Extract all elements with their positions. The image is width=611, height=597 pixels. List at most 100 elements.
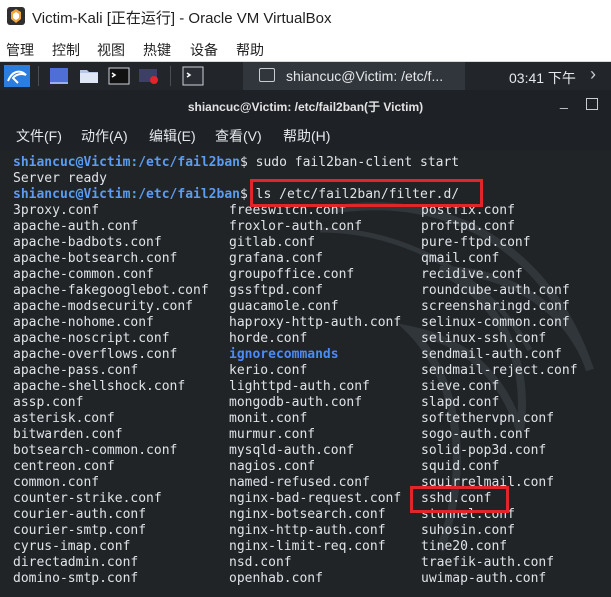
menu-view[interactable]: 视图 — [97, 40, 125, 60]
file-entry: uwimap-auth.conf — [421, 571, 547, 586]
file-entry: centreon.conf — [13, 459, 115, 474]
file-entry: guacamole.conf — [229, 299, 339, 314]
file-entry: tine20.conf — [421, 539, 508, 554]
output-line: Server ready — [13, 171, 107, 186]
guest-top-panel: shiancuc@Victim: /etc/f... 03:41 下午 › — [0, 62, 611, 90]
term-menu-view[interactable]: 查看(V) — [215, 126, 262, 146]
command-highlight-box — [250, 179, 483, 207]
file-entry: directadmin.conf — [13, 555, 139, 570]
file-entry: softethervpn.conf — [421, 411, 555, 426]
file-entry: named-refused.conf — [229, 475, 370, 490]
file-entry: lighttpd-auth.conf — [229, 379, 370, 394]
screen-recorder-icon[interactable] — [138, 65, 160, 87]
maximize-button[interactable] — [586, 98, 598, 110]
file-entry: nagios.conf — [229, 459, 316, 474]
file-entry: recidive.conf — [421, 267, 523, 282]
directory-entry: ignorecommands — [229, 347, 339, 362]
term-menu-edit[interactable]: 编辑(E) — [149, 126, 196, 146]
file-entry: solid-pop3d.conf — [421, 443, 547, 458]
file-entry: traefik-auth.conf — [421, 555, 555, 570]
menu-hotkeys[interactable]: 热键 — [143, 40, 171, 60]
file-entry: botsearch-common.conf — [13, 443, 178, 458]
file-entry: pure-ftpd.conf — [421, 235, 531, 250]
menu-devices[interactable]: 设备 — [190, 40, 218, 60]
show-desktop-icon[interactable] — [48, 65, 70, 87]
file-entry: murmur.conf — [229, 427, 316, 442]
term-menu-help[interactable]: 帮助(H) — [283, 126, 330, 146]
file-entry: asterisk.conf — [13, 411, 115, 426]
file-entry: apache-botsearch.conf — [13, 251, 178, 266]
vbox-titlebar: Victim-Kali [正在运行] - Oracle VM VirtualBo… — [0, 0, 611, 33]
file-entry: common.conf — [13, 475, 100, 490]
file-entry: selinux-ssh.conf — [421, 331, 547, 346]
file-entry: slapd.conf — [421, 395, 500, 410]
file-entry: cyrus-imap.conf — [13, 539, 131, 554]
file-entry: horde.conf — [229, 331, 308, 346]
panel-separator — [170, 66, 171, 86]
term-menu-action[interactable]: 动作(A) — [81, 126, 128, 146]
file-entry: apache-common.conf — [13, 267, 154, 282]
file-entry: apache-pass.conf — [13, 363, 139, 378]
file-entry: apache-overflows.conf — [13, 347, 178, 362]
file-entry: courier-smtp.conf — [13, 523, 147, 538]
terminal-launcher-icon[interactable] — [108, 65, 130, 87]
file-entry: nginx-botsearch.conf — [229, 507, 386, 522]
file-entry: nginx-limit-req.conf — [229, 539, 386, 554]
file-entry: haproxy-http-auth.conf — [229, 315, 402, 330]
terminal-menubar: 文件(F) 动作(A) 编辑(E) 查看(V) 帮助(H) — [0, 120, 611, 150]
command-text: $ sudo fail2ban-client start — [239, 155, 460, 170]
file-entry: suhosin.conf — [421, 523, 515, 538]
file-entry: mysqld-auth.conf — [229, 443, 355, 458]
file-entry: groupoffice.conf — [229, 267, 355, 282]
terminal-output[interactable]: shiancuc@Victim:/etc/fail2ban$ sudo fail… — [0, 150, 611, 597]
file-entry: monit.conf — [229, 411, 308, 426]
prompt-path: :/etc/fail2ban — [130, 187, 240, 202]
file-entry: gssftpd.conf — [229, 283, 323, 298]
file-entry: counter-strike.conf — [13, 491, 162, 506]
file-entry: grafana.conf — [229, 251, 323, 266]
terminal-small-icon[interactable] — [182, 65, 204, 87]
file-entry: mongodb-auth.conf — [229, 395, 363, 410]
file-entry: nsd.conf — [229, 555, 292, 570]
term-menu-file[interactable]: 文件(F) — [16, 126, 62, 146]
file-entry: nginx-bad-request.conf — [229, 491, 402, 506]
file-entry: bitwarden.conf — [13, 427, 123, 442]
virtualbox-app-icon — [7, 7, 25, 25]
file-entry: apache-auth.conf — [13, 219, 139, 234]
window-title: Victim-Kali [正在运行] - Oracle VM VirtualBo… — [32, 10, 332, 27]
vbox-menubar: 管理 控制 视图 热键 设备 帮助 — [0, 33, 611, 62]
menu-help[interactable]: 帮助 — [236, 40, 264, 60]
file-entry: sendmail-auth.conf — [421, 347, 562, 362]
menu-manage[interactable]: 管理 — [6, 40, 34, 60]
clock[interactable]: 03:41 下午 — [509, 68, 576, 88]
file-entry: squid.conf — [421, 459, 500, 474]
taskbar-item-label: shiancuc@Victim: /etc/f... — [286, 68, 444, 84]
minimize-button[interactable]: _ — [560, 94, 574, 110]
prompt-path: :/etc/fail2ban — [130, 155, 240, 170]
file-entry: apache-badbots.conf — [13, 235, 162, 250]
terminal-titlebar: shiancuc@Victim: /etc/fail2ban(于 Victim)… — [0, 90, 611, 120]
file-entry: assp.conf — [13, 395, 84, 410]
file-manager-icon[interactable] — [78, 65, 100, 87]
kali-menu-icon[interactable] — [4, 65, 30, 87]
file-entry: screensharingd.conf — [421, 299, 570, 314]
file-entry: qmail.conf — [421, 251, 500, 266]
taskbar-item-terminal[interactable]: shiancuc@Victim: /etc/f... — [243, 62, 465, 90]
prompt-line-1: shiancuc@Victim:/etc/fail2ban$ sudo fail… — [13, 155, 459, 171]
file-entry: apache-shellshock.conf — [13, 379, 186, 394]
file-entry: selinux-common.conf — [421, 315, 570, 330]
file-entry: nginx-http-auth.conf — [229, 523, 386, 538]
file-entry: kerio.conf — [229, 363, 308, 378]
prompt-user: shiancuc@Victim — [13, 155, 131, 170]
panel-more-chevron-icon[interactable]: › — [590, 64, 596, 85]
menu-control[interactable]: 控制 — [52, 40, 80, 60]
window-icon — [259, 68, 275, 82]
file-entry: courier-auth.conf — [13, 507, 147, 522]
panel-separator — [38, 66, 39, 86]
file-entry: apache-noscript.conf — [13, 331, 170, 346]
file-entry: froxlor-auth.conf — [229, 219, 363, 234]
file-entry: proftpd.conf — [421, 219, 515, 234]
file-entry: sendmail-reject.conf — [421, 363, 578, 378]
file-entry: sogo-auth.conf — [421, 427, 531, 442]
file-entry: apache-nohome.conf — [13, 315, 154, 330]
